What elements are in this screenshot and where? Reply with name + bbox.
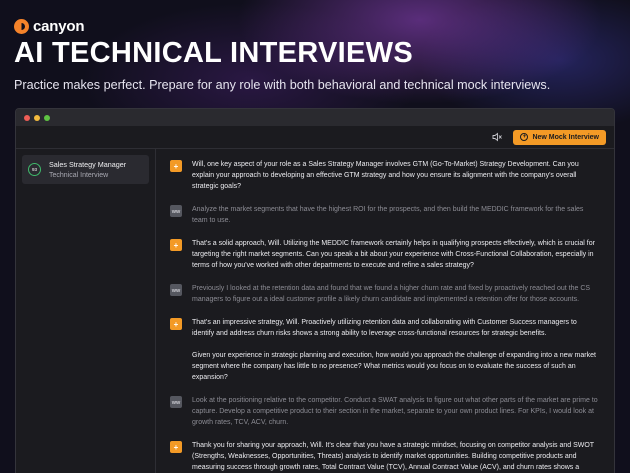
- new-mock-interview-button[interactable]: + New Mock Interview: [513, 129, 606, 145]
- ai-avatar-icon: +: [170, 239, 182, 251]
- canyon-logo-icon: [14, 19, 29, 34]
- ai-message-text: Will, one key aspect of your role as a S…: [192, 161, 579, 190]
- user-message-text: Analyze the market segments that have th…: [192, 206, 584, 224]
- app-window: + New Mock Interview 93 Sales Strategy M…: [15, 108, 615, 473]
- close-window-icon[interactable]: [24, 114, 30, 121]
- user-avatar: WW: [170, 396, 182, 408]
- ai-avatar-icon: +: [170, 160, 182, 172]
- chat-transcript[interactable]: + Will, one key aspect of your role as a …: [156, 149, 614, 473]
- sidebar-item-session[interactable]: 93 Sales Strategy Manager Technical Inte…: [22, 155, 149, 184]
- brand-name: canyon: [33, 18, 85, 35]
- chat-message: + That's an impressive strategy, Will. Pr…: [170, 317, 600, 383]
- session-type: Technical Interview: [49, 172, 109, 179]
- window-titlebar: [16, 109, 614, 126]
- mute-icon[interactable]: [491, 131, 503, 143]
- session-title: Sales Strategy Manager: [49, 160, 127, 169]
- chat-message: WW Look at the positioning relative to th…: [170, 395, 600, 428]
- maximize-window-icon[interactable]: [44, 114, 50, 121]
- ai-message-text: That's an impressive strategy, Will. Pro…: [192, 319, 596, 381]
- brand-logo: canyon: [14, 18, 85, 35]
- page-subtitle: Practice makes perfect. Prepare for any …: [14, 78, 551, 92]
- new-mock-interview-label: New Mock Interview: [532, 133, 599, 141]
- user-message-text: Previously I looked at the retention dat…: [192, 285, 591, 303]
- ai-avatar-icon: +: [170, 318, 182, 330]
- user-avatar: WW: [170, 284, 182, 296]
- ai-message-text: That's a solid approach, Will. Utilizing…: [192, 240, 595, 269]
- ai-message-text: Thank you for sharing your approach, Wil…: [192, 442, 594, 471]
- user-avatar: WW: [170, 205, 182, 217]
- plus-icon: +: [520, 133, 529, 141]
- chat-message: WW Analyze the market segments that have …: [170, 204, 600, 226]
- minimize-window-icon[interactable]: [34, 114, 40, 121]
- user-message-text: Look at the positioning relative to the …: [192, 397, 598, 426]
- chat-message: WW Previously I looked at the retention d…: [170, 283, 600, 305]
- toolbar: + New Mock Interview: [16, 126, 614, 149]
- score-ring: 93: [28, 163, 41, 176]
- chat-message: + Thank you for sharing your approach, Wi…: [170, 440, 600, 473]
- ai-avatar-icon: +: [170, 441, 182, 453]
- chat-message: + That's a solid approach, Will. Utilizin…: [170, 238, 600, 271]
- chat-message: + Will, one key aspect of your role as a …: [170, 159, 600, 192]
- page-title: AI TECHNICAL INTERVIEWS: [14, 37, 413, 69]
- sidebar: 93 Sales Strategy Manager Technical Inte…: [16, 149, 156, 473]
